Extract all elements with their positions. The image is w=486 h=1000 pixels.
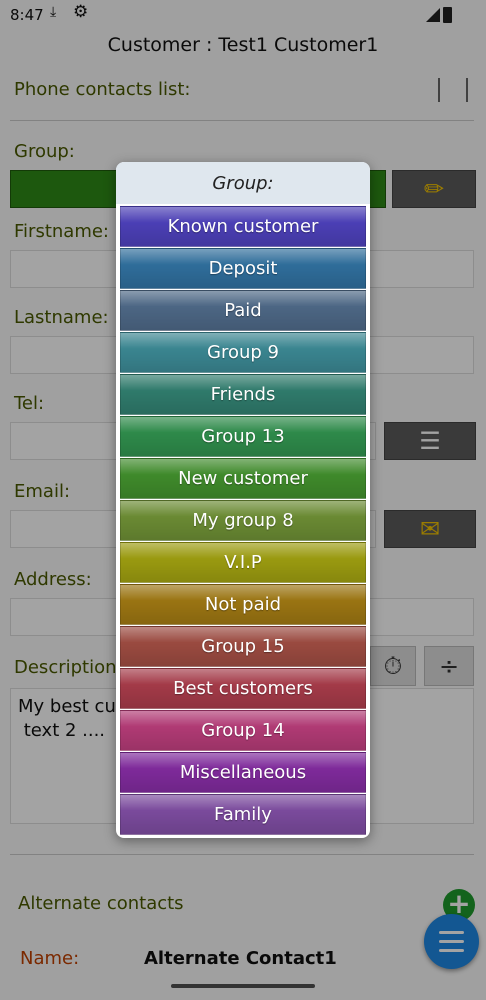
group-option[interactable]: V.I.P [120,542,366,583]
home-indicator[interactable] [171,984,315,988]
group-option[interactable]: Deposit [120,248,366,289]
group-option[interactable]: Best customers [120,668,366,709]
group-picker-dialog: Group: Known customer Deposit Paid Group 9F… [116,162,370,838]
group-option[interactable]: Not paid [120,584,366,625]
group-option[interactable]: Known customer [120,206,366,247]
group-option[interactable]: Group 15 [120,626,366,667]
group-option[interactable]: Group 13 [120,416,366,457]
group-option[interactable]: Group 9 [120,332,366,373]
group-option[interactable]: Group 14 [120,710,366,751]
group-option[interactable]: Friends [120,374,366,415]
group-list: Known customer Deposit Paid Group 9 Friends G… [120,206,366,836]
group-option[interactable]: Family [120,794,366,835]
group-option[interactable]: Paid [120,290,366,331]
dialog-title: Group: [116,162,370,204]
group-option[interactable]: Miscellaneous [120,752,366,793]
group-option[interactable]: New customer [120,458,366,499]
group-option[interactable]: My group 8 [120,500,366,541]
